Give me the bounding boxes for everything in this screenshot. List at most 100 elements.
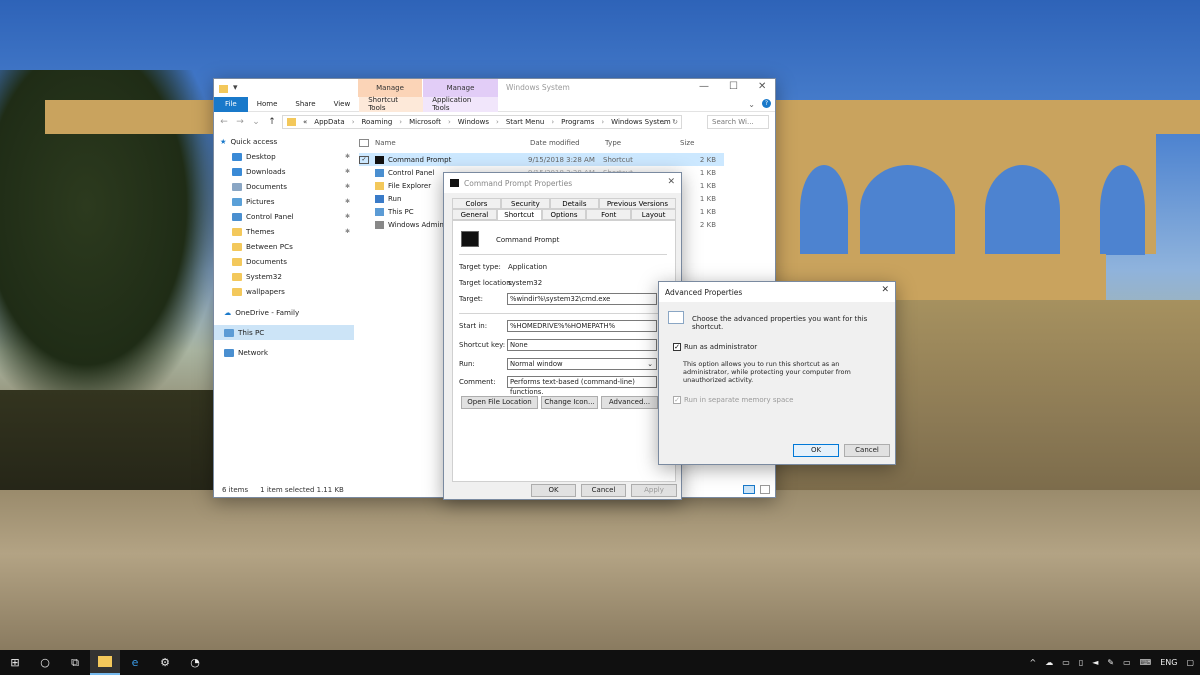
tab-home[interactable]: Home bbox=[248, 97, 287, 112]
close-icon[interactable]: ✕ bbox=[758, 81, 766, 92]
tab-security[interactable]: Security bbox=[500, 198, 550, 209]
nav-item-downloads[interactable]: Downloads ✱ bbox=[214, 164, 354, 179]
nav-onedrive[interactable]: ☁ OneDrive - Family bbox=[214, 305, 354, 320]
settings-gear-icon[interactable]: ⚙ bbox=[150, 650, 180, 675]
back-arrow-icon[interactable]: ← bbox=[218, 117, 230, 127]
quick-access-toolbar-chevron-icon[interactable]: ▾ bbox=[233, 83, 238, 93]
nav-item-desktop[interactable]: Desktop ✱ bbox=[214, 149, 354, 164]
row-checkbox[interactable]: ✓ bbox=[359, 155, 369, 164]
admin-tools-icon bbox=[375, 220, 384, 229]
tab-view[interactable]: View bbox=[325, 97, 360, 112]
large-icons-view-icon[interactable] bbox=[760, 485, 770, 494]
open-file-location-button[interactable]: Open File Location bbox=[461, 396, 538, 409]
tab-font[interactable]: Font bbox=[586, 209, 632, 220]
chevron-up-icon[interactable]: ^ bbox=[1030, 658, 1037, 667]
help-icon[interactable]: ? bbox=[762, 99, 771, 108]
battery-icon[interactable]: ▭ bbox=[1123, 658, 1131, 667]
breadcrumb-overflow[interactable]: « bbox=[303, 118, 307, 126]
notifications-icon[interactable]: ▢ bbox=[1186, 658, 1194, 667]
minimize-icon[interactable]: — bbox=[699, 81, 709, 92]
breadcrumb-programs[interactable]: Programs bbox=[561, 118, 594, 126]
select-all-checkbox[interactable] bbox=[359, 139, 369, 147]
close-icon[interactable]: ✕ bbox=[667, 177, 675, 187]
breadcrumb-windows[interactable]: Windows bbox=[458, 118, 489, 126]
breadcrumb-appdata[interactable]: AppData bbox=[314, 118, 344, 126]
nav-item-pictures[interactable]: Pictures ✱ bbox=[214, 194, 354, 209]
nav-network[interactable]: Network bbox=[214, 345, 354, 360]
monitor-icon[interactable]: ▭ bbox=[1062, 658, 1070, 667]
change-icon-button[interactable]: Change Icon... bbox=[541, 396, 598, 409]
separate-memory-checkbox[interactable]: ✓ bbox=[673, 396, 681, 404]
nav-item-wallpapers[interactable]: wallpapers bbox=[214, 284, 354, 299]
cortana-icon[interactable]: ○ bbox=[30, 650, 60, 675]
volume-icon[interactable]: ◄ bbox=[1092, 658, 1098, 667]
task-view-icon[interactable]: ⧉ bbox=[60, 650, 90, 675]
app-icon[interactable]: ◔ bbox=[180, 650, 210, 675]
language-indicator[interactable]: ENG bbox=[1160, 658, 1177, 667]
cancel-button[interactable]: Cancel bbox=[581, 484, 626, 497]
breadcrumb[interactable]: « AppData › Roaming › Microsoft › Windows › … bbox=[282, 115, 682, 129]
up-arrow-icon[interactable]: ↑ bbox=[266, 117, 278, 127]
address-dropdown-icon[interactable]: ⌄ bbox=[661, 118, 667, 126]
ok-button[interactable]: OK bbox=[793, 444, 839, 457]
windows-start-icon[interactable]: ⊞ bbox=[0, 650, 30, 675]
refresh-icon[interactable]: ↻ bbox=[672, 118, 678, 126]
recent-chevron-icon[interactable]: ⌄ bbox=[250, 117, 262, 127]
tab-options[interactable]: Options bbox=[541, 209, 587, 220]
cancel-button[interactable]: Cancel bbox=[844, 444, 890, 457]
run-as-admin-checkbox[interactable]: ✓ bbox=[673, 343, 681, 351]
tab-details[interactable]: Details bbox=[549, 198, 599, 209]
target-field[interactable]: %windir%\system32\cmd.exe bbox=[507, 293, 657, 305]
close-icon[interactable]: ✕ bbox=[881, 285, 889, 295]
breadcrumb-roaming[interactable]: Roaming bbox=[362, 118, 393, 126]
tab-share[interactable]: Share bbox=[286, 97, 324, 112]
tab-layout[interactable]: Layout bbox=[631, 209, 676, 220]
nav-item-documents-2[interactable]: Documents bbox=[214, 254, 354, 269]
search-input[interactable]: Search Wi... bbox=[707, 115, 769, 129]
column-type[interactable]: Type bbox=[605, 139, 680, 147]
edge-icon[interactable]: e bbox=[120, 650, 150, 675]
maximize-icon[interactable]: ☐ bbox=[729, 81, 738, 92]
ribbon-expand-icon[interactable]: ⌄ bbox=[748, 100, 755, 109]
nav-quick-access[interactable]: ★ Quick access bbox=[214, 134, 354, 149]
advanced-description: Choose the advanced properties you want … bbox=[692, 315, 868, 331]
folder-icon[interactable] bbox=[219, 85, 228, 93]
ok-button[interactable]: OK bbox=[531, 484, 576, 497]
network-icon[interactable]: ▯ bbox=[1079, 658, 1083, 667]
nav-item-control-panel[interactable]: Control Panel ✱ bbox=[214, 209, 354, 224]
tab-shortcut-tools[interactable]: Shortcut Tools bbox=[359, 96, 424, 112]
tab-colors[interactable]: Colors bbox=[452, 198, 501, 209]
nav-label: Documents bbox=[246, 182, 287, 191]
cmd-icon bbox=[375, 155, 384, 164]
shortcut-key-field[interactable]: None bbox=[507, 339, 657, 351]
pen-icon[interactable]: ✎ bbox=[1107, 658, 1114, 667]
keyboard-icon[interactable]: ⌨ bbox=[1140, 658, 1152, 667]
tab-previous-versions[interactable]: Previous Versions bbox=[598, 198, 676, 209]
advanced-button[interactable]: Advanced... bbox=[601, 396, 658, 409]
run-as-admin-label[interactable]: Run as administrator bbox=[684, 343, 757, 351]
start-in-field[interactable]: %HOMEDRIVE%%HOMEPATH% bbox=[507, 320, 657, 332]
pin-icon: ✱ bbox=[344, 213, 350, 220]
tab-file[interactable]: File bbox=[214, 96, 248, 112]
tab-application-tools[interactable]: Application Tools bbox=[423, 96, 499, 112]
nav-item-system32[interactable]: System32 bbox=[214, 269, 354, 284]
column-name[interactable]: Name bbox=[375, 139, 530, 147]
nav-item-documents[interactable]: Documents ✱ bbox=[214, 179, 354, 194]
apply-button[interactable]: Apply bbox=[631, 484, 677, 497]
breadcrumb-microsoft[interactable]: Microsoft bbox=[409, 118, 441, 126]
tab-row-top: Colors Security Details Previous Version… bbox=[452, 198, 676, 209]
tab-general[interactable]: General bbox=[452, 209, 497, 220]
file-explorer-icon[interactable] bbox=[90, 650, 120, 675]
nav-this-pc[interactable]: This PC bbox=[214, 325, 354, 340]
forward-arrow-icon[interactable]: → bbox=[234, 117, 246, 127]
breadcrumb-start-menu[interactable]: Start Menu bbox=[506, 118, 545, 126]
nav-item-themes[interactable]: Themes ✱ bbox=[214, 224, 354, 239]
onedrive-icon[interactable]: ☁ bbox=[1045, 658, 1053, 667]
details-view-icon[interactable] bbox=[743, 485, 755, 494]
nav-item-between-pcs[interactable]: Between PCs bbox=[214, 239, 354, 254]
table-row[interactable]: ✓ Command Prompt 9/15/2018 3:28 AM Short… bbox=[359, 153, 724, 166]
column-size[interactable]: Size bbox=[680, 139, 730, 147]
column-date-modified[interactable]: Date modified bbox=[530, 139, 605, 147]
run-select[interactable]: Normal window ⌄ bbox=[507, 358, 657, 370]
comment-field[interactable]: Performs text-based (command-line) funct… bbox=[507, 376, 657, 396]
